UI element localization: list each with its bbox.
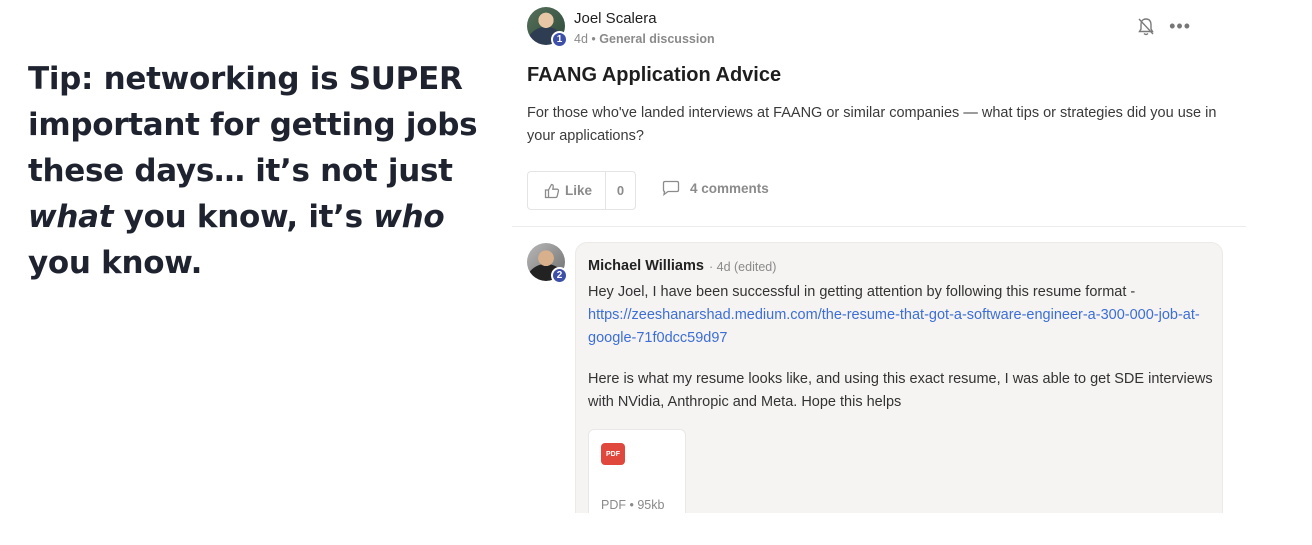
commenter-level-badge: 2 (551, 267, 568, 284)
comment-text-2: Here is what my resume looks like, and u… (588, 371, 1213, 410)
tip-what: what (28, 199, 114, 235)
comment-card: Michael Williams · 4d (edited) Hey Joel,… (575, 242, 1223, 545)
comment-text: Hey Joel, I have been successful in gett… (588, 281, 1213, 350)
post-time: 4d (574, 32, 588, 46)
avatar[interactable]: 1 (527, 7, 568, 48)
divider (512, 226, 1246, 227)
bell-off-icon[interactable] (1137, 17, 1155, 37)
attachment-meta: PDF • 95kb (601, 498, 665, 512)
comments-button[interactable]: 4 comments (662, 180, 769, 196)
comment-link[interactable]: https://zeeshanarshad.medium.com/the-res… (588, 307, 1200, 346)
like-button[interactable]: Like (528, 172, 606, 209)
tip-who: who (373, 199, 445, 235)
comment-text-intro: Hey Joel, I have been successful in gett… (588, 284, 1136, 300)
commenter-avatar[interactable]: 2 (527, 243, 568, 284)
post-body: For those who've landed interviews at FA… (527, 105, 1217, 144)
tip-text: Tip: networking is SUPER important for g… (28, 56, 488, 286)
post-category[interactable]: General discussion (599, 32, 714, 46)
comments-label: 4 comments (690, 180, 769, 196)
commenter-name[interactable]: Michael Williams (588, 258, 704, 274)
post-title: FAANG Application Advice (527, 64, 782, 86)
more-horizontal-icon[interactable]: ••• (1169, 16, 1191, 37)
thumbs-up-icon (544, 183, 560, 198)
level-badge: 1 (551, 31, 568, 48)
meta-separator: • (591, 32, 596, 46)
author-name[interactable]: Joel Scalera (574, 10, 657, 27)
post-author-row: 1 Joel Scalera 4d • General discussion •… (527, 7, 1227, 49)
comment-meta: · 4d (edited) (709, 260, 777, 274)
post-meta: 4d • General discussion (574, 32, 715, 46)
like-count: 0 (616, 183, 625, 198)
post-card: 1 Joel Scalera 4d • General discussion •… (512, 0, 1246, 545)
like-label: Like (565, 183, 593, 198)
pdf-icon: PDF (601, 443, 625, 465)
tip-part3: you know. (28, 245, 203, 281)
tip-part1: Tip: networking is SUPER important for g… (28, 61, 478, 189)
bottom-edge (0, 513, 1312, 545)
like-control: Like 0 (527, 171, 636, 210)
tip-part2: you know, it’s (113, 199, 374, 235)
comment-icon (662, 180, 680, 196)
